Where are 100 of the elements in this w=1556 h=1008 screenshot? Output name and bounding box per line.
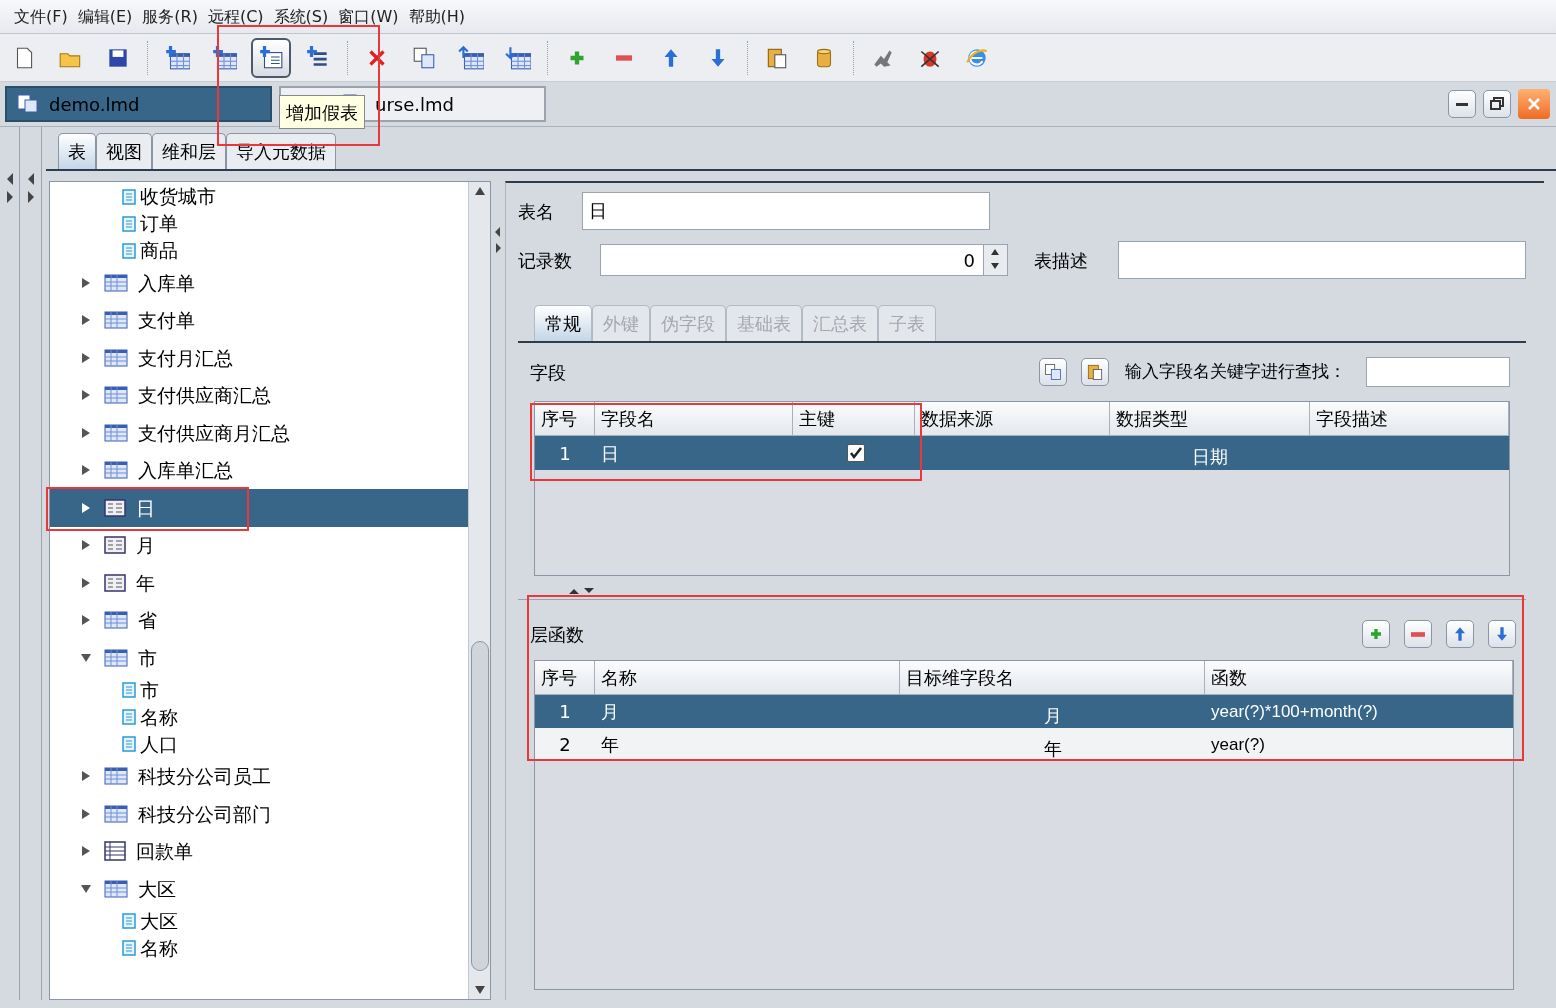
collapse-arrows-icon [494,225,502,255]
tree-item[interactable]: 订单 [50,210,468,237]
toolbar-button[interactable] [251,37,291,78]
table-row[interactable]: 2 年 年 year(?) [535,728,1513,761]
field-label: 表描述 [1034,248,1089,273]
column-header[interactable]: 序号 [535,661,595,694]
tree-item[interactable]: 月 [50,526,468,564]
table-icon [104,766,128,787]
menu-item[interactable]: 系统(S) [273,4,329,29]
copy-button[interactable] [1039,358,1067,386]
table-cell-text: 日期 [1191,444,1229,469]
table-name-input[interactable]: 日 [582,192,990,230]
table-row[interactable]: 1 日 日期 [535,436,1509,470]
tree-item[interactable]: 入库单 [50,264,468,302]
spinner-buttons[interactable] [984,244,1008,276]
collapse-arrow-icon[interactable] [80,882,94,895]
menu-item[interactable]: 窗口(W) [338,4,399,29]
table-plus-icon [211,44,237,71]
tab[interactable]: 表 [58,133,96,169]
tree-item[interactable]: 市 [50,676,468,704]
add-button[interactable] [1362,620,1390,648]
tree-item-label: 科技分公司员工 [138,764,271,789]
field-icon [122,913,136,929]
tree-item[interactable]: 回款单 [50,832,468,870]
checkbox[interactable] [847,444,865,462]
collapse-arrow-icon[interactable] [80,651,94,664]
menu-item[interactable]: 编辑(E) [77,4,133,29]
tree-item[interactable]: 科技分公司员工 [50,757,468,795]
tab[interactable]: 维和层 [152,133,226,169]
tree-item-label: 科技分公司部门 [138,801,271,827]
tree-item[interactable]: 省 [50,601,468,639]
search-field[interactable] [1366,357,1510,387]
column-header[interactable]: 序号 [535,402,595,435]
table-up-icon [458,44,484,71]
menu-item[interactable]: 文件(F) [14,4,68,29]
menu-item[interactable]: 远程(C) [207,4,264,29]
record-count-input[interactable]: 0 [600,244,984,276]
tree-item-label: 市 [138,645,157,671]
close-button[interactable] [1518,89,1550,119]
table-cell-text: 1 [558,700,572,724]
restore-icon [1489,96,1505,112]
tree-item[interactable]: 支付月汇总 [50,339,468,377]
tree-item[interactable]: 支付单 [50,301,468,339]
field-icon [122,215,136,232]
tree-item-label: 商品 [140,238,178,264]
tree-item[interactable]: 年 [50,564,468,602]
tree-item[interactable]: 市 [50,639,468,677]
tab[interactable]: 视图 [96,133,152,169]
remove-button[interactable] [1404,620,1432,648]
column-header[interactable]: 数据来源 [915,402,1110,435]
paste-button[interactable] [1081,358,1109,386]
tree-item[interactable]: 大区 [50,870,468,908]
tree-item-label: 支付供应商月汇总 [138,420,290,446]
tree-item[interactable]: 大区 [50,907,468,935]
tree-item[interactable]: 支付供应商汇总 [50,376,468,414]
table-icon [104,610,128,631]
dimension-table-icon [104,497,126,518]
table-down-icon [505,44,531,71]
menu-item[interactable]: 帮助(H) [408,4,465,29]
column-header[interactable]: 数据类型 [1110,402,1310,435]
tree-item[interactable]: 支付供应商月汇总 [50,414,468,452]
collapse-arrows-icon [4,171,15,205]
tree-item[interactable]: 名称 [50,934,468,962]
tab[interactable]: 常规 [534,305,592,341]
column-header[interactable]: 目标维字段名 [900,661,1205,694]
tree-item[interactable]: 收货城市 [50,183,468,210]
table-icon [104,803,128,824]
table-icon [104,647,128,668]
table-icon [104,310,128,331]
section-title: 字段 [530,360,566,385]
tree-item[interactable]: 科技分公司部门 [50,795,468,833]
description-input[interactable] [1118,241,1526,279]
tree-item[interactable]: 商品 [50,237,468,264]
column-header[interactable]: 主键 [793,402,915,435]
minimize-button[interactable] [1448,90,1476,118]
document-tab-label: demo.lmd [49,92,140,117]
tree-item[interactable]: 名称 [50,703,468,731]
move-down-button[interactable] [1488,620,1516,648]
column-header[interactable]: 字段名 [595,402,793,435]
table-row[interactable]: 1 月 月 year(?)*100+month(?) [535,695,1513,728]
tree-item[interactable]: 日 [50,489,468,527]
collapse-arrows-icon [568,586,596,595]
restore-button[interactable] [1483,90,1511,118]
menu-item[interactable]: 服务(R) [142,4,198,29]
scrollbar[interactable] [468,182,490,999]
table-plus-icon [164,44,190,71]
move-up-button[interactable] [1446,620,1474,648]
scrollbar-thumb[interactable] [470,640,489,971]
check-icon [849,446,863,460]
column-header[interactable]: 函数 [1205,661,1513,694]
column-header[interactable]: 名称 [595,661,900,694]
field-icon [122,242,136,259]
dimension-table-icon [104,572,126,593]
tree-item[interactable]: 人口 [50,730,468,758]
table-cell-text: 年 [600,733,620,757]
tree-item-label: 回款单 [136,839,193,864]
table-cell-text: year(?) [1210,733,1266,756]
tree-item[interactable]: 入库单汇总 [50,451,468,489]
column-header[interactable]: 字段描述 [1310,402,1509,435]
field-icon [122,736,136,752]
